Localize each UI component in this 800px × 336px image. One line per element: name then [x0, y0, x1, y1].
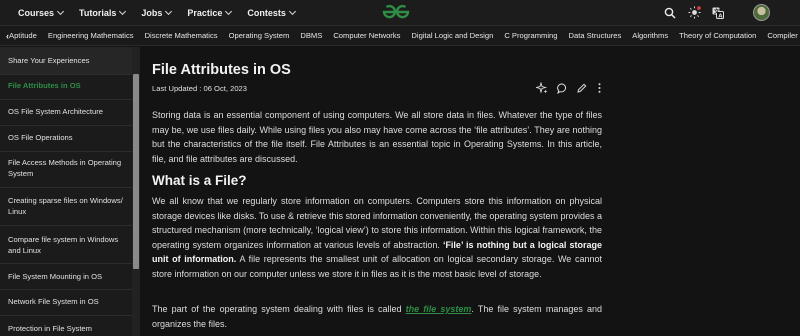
- svg-text:A: A: [718, 13, 723, 19]
- article-intro-paragraph: Storing data is an essential component o…: [152, 110, 602, 164]
- subject-compiler-design[interactable]: Compiler Desi: [767, 31, 800, 40]
- chevron-down-icon: [225, 7, 233, 15]
- nav-tutorials[interactable]: Tutorials: [79, 7, 127, 18]
- nav-tutorials-label: Tutorials: [79, 7, 117, 18]
- subject-bar: ‹ Aptitude Engineering Mathematics Discr…: [0, 25, 800, 46]
- top-navbar: Courses Tutorials Jobs Practice Contests…: [0, 0, 800, 25]
- divider: [0, 289, 132, 290]
- divider: [0, 99, 132, 100]
- divider: [0, 151, 132, 152]
- search-icon[interactable]: [663, 6, 677, 20]
- subject-c-programming[interactable]: C Programming: [504, 31, 557, 40]
- sidebar-item-sparse-files[interactable]: Creating sparse files on Windows/ Linux: [0, 195, 132, 217]
- divider: [0, 263, 132, 264]
- divider: [0, 187, 132, 188]
- top-icons: 文A: [663, 0, 800, 25]
- nav-courses[interactable]: Courses: [18, 7, 65, 18]
- subject-dbms[interactable]: DBMS: [300, 31, 322, 40]
- subject-data-structures[interactable]: Data Structures: [569, 31, 622, 40]
- sidebar-item-file-operations[interactable]: OS File Operations: [0, 132, 132, 143]
- subject-engineering-mathematics[interactable]: Engineering Mathematics: [48, 31, 134, 40]
- paragraph-text: The part of the operating system dealing…: [152, 304, 406, 314]
- subject-operating-system[interactable]: Operating System: [229, 31, 290, 40]
- chevron-down-icon: [165, 7, 173, 15]
- sidebar-item-file-system-architecture[interactable]: OS File System Architecture: [0, 106, 132, 117]
- sidebar: Share Your Experiences File Attributes i…: [0, 47, 140, 336]
- section-heading-what-is-file: What is a File?: [152, 173, 247, 188]
- gfg-logo[interactable]: [380, 3, 412, 21]
- comment-icon[interactable]: [556, 82, 568, 94]
- divider: [0, 125, 132, 126]
- more-options-icon[interactable]: [596, 82, 602, 94]
- avatar[interactable]: [753, 4, 770, 21]
- sidebar-item-file-system-mounting[interactable]: File System Mounting in OS: [0, 271, 132, 282]
- sidebar-item-protection[interactable]: Protection in File System: [0, 323, 132, 334]
- chevron-down-icon: [56, 7, 65, 15]
- nav-practice-label: Practice: [187, 7, 223, 18]
- file-system-link[interactable]: the file system: [406, 304, 472, 314]
- subject-theory-of-computation[interactable]: Theory of Computation: [679, 31, 756, 40]
- edit-icon[interactable]: [576, 82, 588, 94]
- sidebar-item-network-file-system[interactable]: Network File System in OS: [0, 296, 132, 307]
- nav-practice[interactable]: Practice: [187, 7, 233, 18]
- article-paragraph-file: We all know that we regularly store info…: [152, 194, 602, 282]
- subject-algorithms[interactable]: Algorithms: [632, 31, 668, 40]
- theme-toggle-icon[interactable]: [687, 6, 701, 20]
- translate-icon[interactable]: 文A: [711, 6, 725, 20]
- nav-menu: Courses Tutorials Jobs Practice Contests: [0, 7, 311, 18]
- divider: [0, 315, 132, 316]
- chevron-down-icon: [288, 7, 296, 15]
- chevron-down-icon: [119, 7, 127, 15]
- nav-contests-label: Contests: [247, 7, 286, 18]
- ai-sparkle-icon[interactable]: [536, 82, 548, 94]
- article-title: File Attributes in OS: [152, 62, 291, 78]
- nav-courses-label: Courses: [18, 7, 55, 18]
- sidebar-item-compare-file-system[interactable]: Compare file system in Windows and Linux: [0, 234, 132, 256]
- subject-aptitude[interactable]: Aptitude: [9, 31, 37, 40]
- sidebar-item-share-experiences[interactable]: Share Your Experiences: [0, 47, 132, 74]
- article-toolbar: [536, 82, 610, 94]
- nav-jobs-label: Jobs: [141, 7, 163, 18]
- divider: [0, 74, 132, 75]
- last-updated: Last Updated : 06 Oct, 2023: [152, 84, 247, 93]
- subject-computer-networks[interactable]: Computer Networks: [333, 31, 400, 40]
- sidebar-item-file-attributes[interactable]: File Attributes in OS: [0, 80, 132, 91]
- subject-digital-logic[interactable]: Digital Logic and Design: [411, 31, 493, 40]
- nav-contests[interactable]: Contests: [247, 7, 296, 18]
- divider: [0, 225, 132, 226]
- subject-discrete-mathematics[interactable]: Discrete Mathematics: [145, 31, 218, 40]
- nav-jobs[interactable]: Jobs: [141, 7, 173, 18]
- sidebar-item-file-access-methods[interactable]: File Access Methods in Operating System: [0, 157, 132, 179]
- sidebar-scrollbar-thumb[interactable]: [133, 74, 139, 269]
- article-paragraph-file-system: The part of the operating system dealing…: [152, 302, 602, 331]
